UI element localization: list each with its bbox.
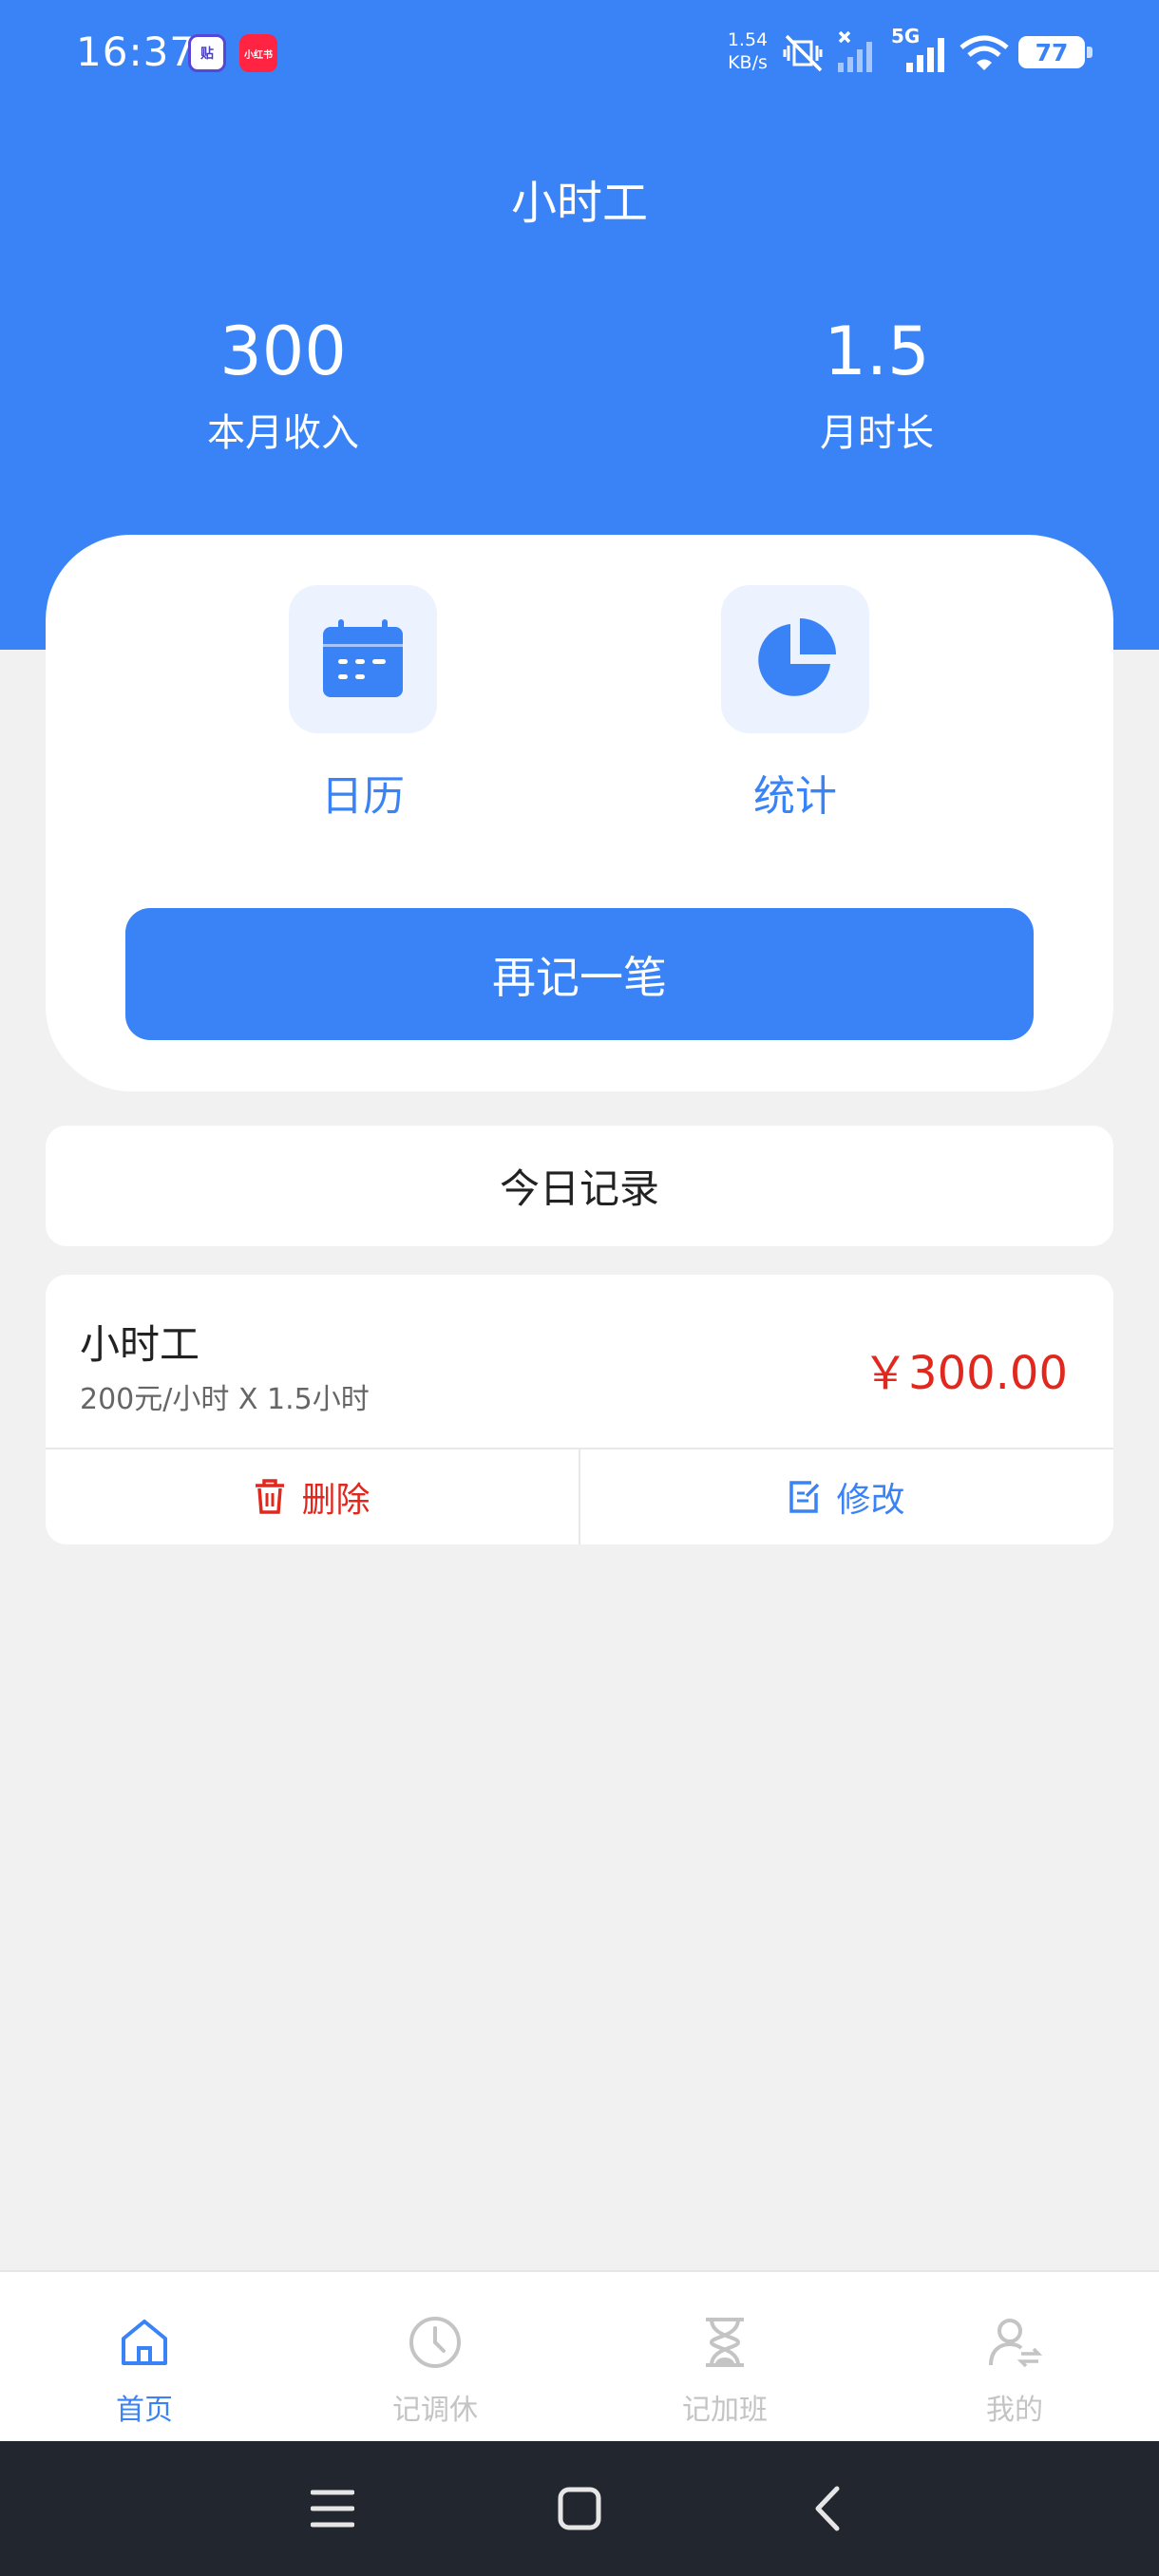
calendar-action[interactable]: 日历	[289, 585, 437, 823]
monthly-hours-label: 月时长	[820, 411, 934, 455]
network-speed-value: 1.54	[727, 29, 769, 50]
hourglass-icon	[649, 2312, 801, 2373]
tab-profile-label: 我的	[986, 2394, 1043, 2427]
edit-label: 修改	[836, 1481, 905, 1520]
calendar-icon-box	[289, 585, 437, 733]
tab-overtime-label: 记加班	[682, 2394, 768, 2427]
trash-icon	[256, 1479, 285, 1514]
statistics-label: 统计	[753, 772, 837, 821]
record-title: 小时工	[80, 1321, 200, 1368]
record-again-button[interactable]: 再记一笔	[125, 908, 1034, 1040]
monthly-income-stat: 300 本月收入	[141, 306, 426, 460]
notification-app-icon: 贴	[188, 34, 226, 72]
tab-home-label: 首页	[116, 2394, 173, 2427]
xiaohongshu-app-icon: 小红书	[239, 34, 277, 72]
status-bar: 16:37 贴 小红书 1.54 KB/s 5G 77	[0, 0, 1159, 106]
monthly-income-value: 300	[219, 313, 347, 390]
statistics-action[interactable]: 统计	[721, 585, 869, 823]
today-records-header: 今日记录	[46, 1126, 1113, 1246]
app-root: 16:37 贴 小红书 1.54 KB/s 5G 77 小时工 300 本月收入…	[0, 0, 1159, 2576]
user-icon	[939, 2312, 1091, 2373]
calendar-label: 日历	[321, 772, 405, 821]
pie-chart-icon	[758, 618, 836, 696]
edit-icon	[789, 1481, 820, 1513]
network-speed: 1.54 KB/s	[724, 28, 771, 74]
delete-label: 删除	[301, 1481, 370, 1520]
clock-icon	[359, 2312, 511, 2373]
tab-overtime[interactable]: 记加班	[649, 2312, 801, 2428]
vibrate-mute-icon	[783, 34, 823, 72]
wifi-icon	[960, 35, 1009, 70]
statistics-icon-box	[721, 585, 869, 733]
signal-sim1-icon	[838, 30, 872, 72]
record-card: 小时工 200元/小时 X 1.5小时 ￥300.00 删除 修改	[46, 1275, 1113, 1544]
quick-actions-card: 日历 统计 再记一笔	[46, 535, 1113, 1091]
monthly-hours-value: 1.5	[824, 313, 930, 390]
tab-comp-leave[interactable]: 记调休	[359, 2312, 511, 2428]
back-icon[interactable]	[796, 2477, 859, 2540]
system-navigation-bar	[0, 2441, 1159, 2576]
network-speed-unit: KB/s	[728, 52, 768, 73]
battery-indicator: 77	[1018, 36, 1092, 68]
monthly-income-label: 本月收入	[207, 411, 359, 455]
tab-home[interactable]: 首页	[68, 2312, 220, 2428]
edit-record-button[interactable]: 修改	[580, 1449, 1113, 1544]
signal-sim2-icon	[906, 38, 944, 72]
menu-icon[interactable]	[301, 2477, 364, 2540]
record-amount: ￥300.00	[863, 1347, 1068, 1400]
page-title: 小时工	[510, 177, 648, 230]
calendar-icon	[323, 619, 403, 697]
tab-comp-leave-label: 记调休	[392, 2394, 478, 2427]
monthly-hours-stat: 1.5 月时长	[734, 306, 1019, 460]
status-time: 16:37	[76, 28, 197, 75]
home-icon	[68, 2312, 220, 2373]
delete-record-button[interactable]: 删除	[46, 1449, 579, 1544]
tab-profile[interactable]: 我的	[939, 2312, 1091, 2428]
bottom-tab-bar: 首页 记调休 记加班 我的	[0, 2270, 1159, 2441]
home-square-icon[interactable]	[548, 2477, 611, 2540]
record-detail: 200元/小时 X 1.5小时	[80, 1383, 370, 1416]
